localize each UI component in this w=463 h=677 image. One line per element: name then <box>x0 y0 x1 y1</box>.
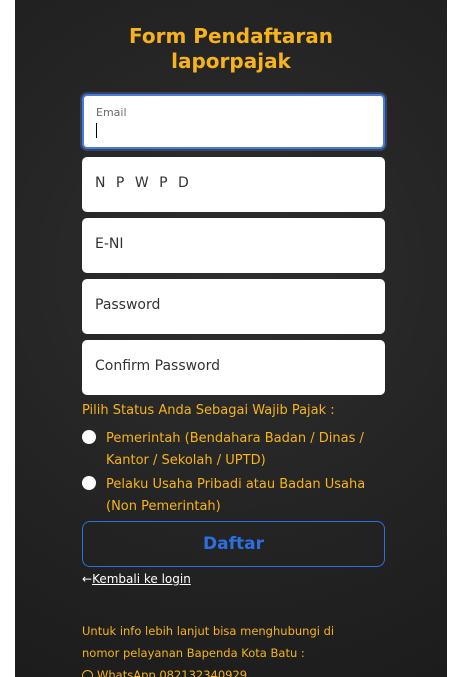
arrow-left-icon: ← <box>82 572 93 586</box>
page-title: Form Pendaftaran laporpajak <box>15 24 447 74</box>
radio-button[interactable] <box>82 430 96 444</box>
radio-option-label: Pemerintah (Bendahara Badan / Dinas / Ka… <box>106 431 364 468</box>
radio-button[interactable] <box>82 476 96 490</box>
info-line-2: nomor pelayanan Bapenda Kota Batu : <box>82 646 305 660</box>
title-line-1: Form Pendaftaran <box>129 24 333 48</box>
eni-field[interactable]: E-NI <box>82 218 385 273</box>
email-field[interactable]: Email <box>82 94 385 149</box>
whatsapp-icon <box>82 670 93 677</box>
daftar-button[interactable]: Daftar <box>82 521 385 567</box>
email-label: Email <box>96 106 127 119</box>
back-to-login-link[interactable]: Kembali ke login <box>92 572 191 586</box>
info-line-1: Untuk info lebih lanjut bisa menghubungi… <box>82 624 335 638</box>
npwpd-field[interactable]: N P W P D <box>82 157 385 212</box>
password-field[interactable]: Password <box>82 279 385 334</box>
whatsapp-contact[interactable]: WhatsApp 082132340929 <box>82 664 402 677</box>
npwpd-placeholder: N P W P D <box>95 175 192 191</box>
confirm-password-field[interactable]: Confirm Password <box>82 340 385 395</box>
back-to-login[interactable]: ←Kembali ke login <box>82 572 191 586</box>
whatsapp-number[interactable]: WhatsApp 082132340929 <box>97 668 247 677</box>
confirm-password-placeholder: Confirm Password <box>95 358 221 374</box>
eni-placeholder: E-NI <box>95 236 124 252</box>
contact-info: Untuk info lebih lanjut bisa menghubungi… <box>82 620 402 677</box>
registration-card: Form Pendaftaran laporpajak Email N P W … <box>15 0 447 677</box>
text-caret <box>96 123 97 138</box>
radio-option-label: Pelaku Usaha Pribadi atau Badan Usaha (N… <box>106 477 366 514</box>
status-label: Pilih Status Anda Sebagai Wajib Pajak : <box>82 403 335 418</box>
password-placeholder: Password <box>95 297 161 313</box>
title-line-2: laporpajak <box>171 49 291 73</box>
